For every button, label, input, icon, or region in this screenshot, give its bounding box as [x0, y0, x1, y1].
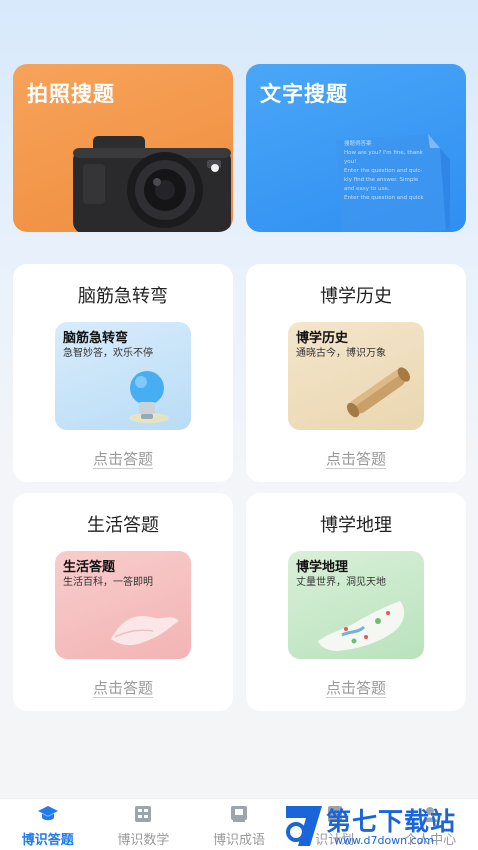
graduation-cap-icon	[37, 806, 58, 821]
quiz-card-title: 博学地理	[320, 515, 392, 536]
watermark-title: 第七下载站	[326, 807, 457, 836]
tab-idiom[interactable]: 博识成语	[191, 799, 287, 850]
thumb-desc: 通晓古今，博识万象	[296, 348, 386, 359]
tab-label: 博识成语	[212, 833, 265, 848]
watermark-url: www.d7down.com	[334, 834, 435, 847]
document-icon: 搜题得答案 How are you? I'm fine, thank you! …	[328, 130, 458, 232]
quiz-thumbnail[interactable]: 博学历史 通晓古今，博识万象	[288, 322, 424, 430]
quiz-thumbnail[interactable]: 博学地理 丈量世界，洞见天地	[288, 551, 424, 659]
quiz-card-title: 脑筋急转弯	[78, 286, 168, 307]
tab-math[interactable]: 博识数学	[96, 799, 192, 850]
text-search-card[interactable]: 文字搜题 搜题得答案 How are you? I'm fine, thank …	[246, 64, 466, 232]
quiz-thumbnail[interactable]: 脑筋急转弯 急智妙答，欢乐不停	[55, 322, 191, 430]
thumb-desc: 生活百科，一答即明	[63, 577, 153, 588]
quiz-card-life[interactable]: 生活答题 生活答题 生活百科，一答即明 点击答题	[13, 493, 233, 711]
tab-label: 博识答题	[21, 833, 74, 848]
calculator-icon	[135, 806, 152, 822]
idiom-book-icon	[230, 806, 247, 822]
doc-line: Enter the question and quick	[344, 195, 424, 201]
doc-line: and easy to use.	[344, 186, 390, 192]
photo-search-card[interactable]: 拍照搜题	[13, 64, 233, 232]
doc-line: kly find the answer. Simple	[344, 177, 419, 183]
watermark-logo-icon	[286, 806, 322, 846]
answer-button[interactable]: 点击答题	[13, 677, 233, 698]
doc-line: Enter the question and quic-	[344, 168, 423, 174]
quiz-card-title: 博学历史	[320, 286, 392, 307]
camera-icon	[73, 136, 231, 232]
tab-quiz[interactable]: 博识答题	[0, 799, 96, 850]
answer-button[interactable]: 点击答题	[13, 448, 233, 469]
answer-button[interactable]: 点击答题	[246, 448, 466, 469]
quiz-card-title: 生活答题	[87, 515, 159, 536]
text-search-title: 文字搜题	[260, 82, 348, 106]
doc-line: 搜题得答案	[344, 141, 372, 147]
quiz-card-brain-teaser[interactable]: 脑筋急转弯 脑筋急转弯 急智妙答，欢乐不停 点击答题	[13, 264, 233, 482]
site-watermark: 第七下载站 www.d7down.com	[282, 800, 478, 850]
answer-button[interactable]: 点击答题	[246, 677, 466, 698]
quiz-card-history[interactable]: 博学历史 博学历史 通晓古今，博识万象 点击答题	[246, 264, 466, 482]
tab-label: 博识数学	[117, 833, 170, 848]
quiz-thumbnail[interactable]: 生活答题 生活百科，一答即明	[55, 551, 191, 659]
photo-search-title: 拍照搜题	[27, 82, 115, 106]
thumb-desc: 丈量世界，洞见天地	[296, 577, 386, 588]
doc-line: you!	[344, 159, 357, 165]
thumb-desc: 急智妙答，欢乐不停	[63, 348, 153, 359]
quiz-card-geography[interactable]: 博学地理 博学地理 丈量世界，洞见天地 点击答题	[246, 493, 466, 711]
doc-line: How are you? I'm fine, thank	[344, 150, 423, 156]
